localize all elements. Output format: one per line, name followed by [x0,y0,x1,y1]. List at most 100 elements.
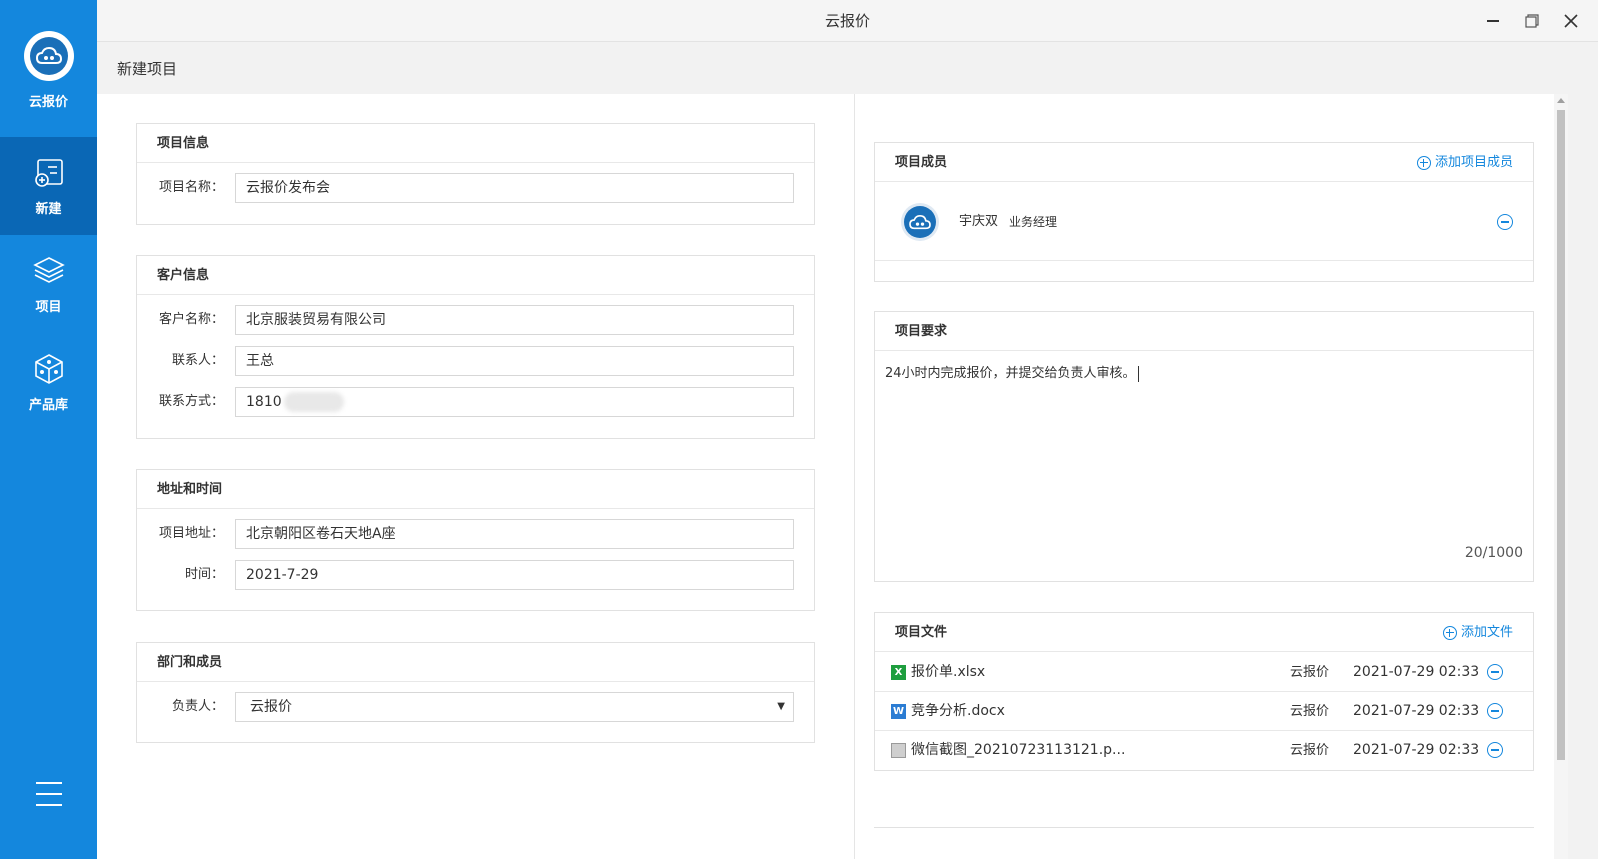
contact-row: 联系人： 王总 [137,346,814,376]
requirements-text: 24小时内完成报价，并提交给负责人审核。 [885,366,1136,381]
phone-row: 联系方式： 1810 [137,387,814,417]
sidebar-item-projects[interactable]: 项目 [0,235,97,333]
vertical-scrollbar[interactable] [1554,94,1568,859]
project-files-card: 项目文件 添加文件 X 报价单.xlsx 云报价 2021-07-29 02:3… [874,612,1534,771]
remove-file-icon[interactable] [1487,703,1503,719]
sidebar: 云报价 新建 项目 产品库 [0,0,97,859]
owner-selected-value: 云报价 [250,699,292,715]
scrollbar-thumb[interactable] [1557,110,1565,760]
sidebar-item-new[interactable]: 新建 [0,137,97,235]
main-content: 项目信息 项目名称： 云报价发布会 客户信息 客户名称： 北京服装贸易有限公司 … [97,94,1554,859]
card-heading: 地址和时间 [137,470,814,509]
window-titlebar: 云报价 [97,0,1598,42]
remove-file-icon[interactable] [1487,742,1503,758]
close-icon[interactable] [1558,8,1584,34]
address-row: 项目地址： 北京朝阳区卷石天地A座 [137,519,814,549]
file-date: 2021-07-29 02:33 [1353,742,1480,758]
sidebar-item-product-library[interactable]: 产品库 [0,333,97,431]
image-file-icon [891,743,906,758]
owner-select[interactable]: 云报价 ▼ [235,692,794,722]
cloud-logo-icon [23,31,74,81]
member-name: 宇庆双 [959,214,999,229]
address-input[interactable]: 北京朝阳区卷石天地A座 [235,519,794,549]
customer-info-card: 客户信息 客户名称： 北京服装贸易有限公司 联系人： 王总 联系方式： 1810 [136,255,815,439]
file-owner: 云报价 [1290,743,1330,758]
logo-label: 云报价 [28,95,68,110]
file-name[interactable]: 竞争分析.docx [911,692,1005,731]
add-file-button[interactable]: 添加文件 [1442,613,1513,652]
field-label: 项目名称： [158,180,224,195]
layers-icon [32,254,66,288]
avatar [901,203,939,241]
excel-file-icon: X [891,665,906,680]
file-row[interactable]: X 报价单.xlsx 云报价 2021-07-29 02:33 [875,653,1533,692]
customer-name-row: 客户名称： 北京服装贸易有限公司 [137,305,814,335]
field-label: 客户名称： [158,312,224,327]
sidebar-item-label: 项目 [35,299,62,315]
file-name[interactable]: 微信截图_20210723113121.p... [911,731,1125,770]
box-icon [32,352,66,386]
file-row[interactable]: 微信截图_20210723113121.p... 云报价 2021-07-29 … [875,731,1533,770]
department-members-card: 部门和成员 负责人： 云报价 ▼ [136,642,815,743]
file-name[interactable]: 报价单.xlsx [911,653,985,692]
members-heading: 项目成员 [895,155,948,170]
field-label: 联系人： [171,353,224,368]
card-heading: 项目信息 [137,124,814,163]
field-label: 负责人： [171,699,224,714]
phone-value: 1810 [246,394,282,410]
minimize-icon[interactable] [1480,8,1506,34]
add-member-label: 添加项目成员 [1434,155,1513,170]
sidebar-item-label: 新建 [35,201,62,217]
restore-icon[interactable] [1519,8,1545,34]
project-info-card: 项目信息 项目名称： 云报价发布会 [136,123,815,225]
card-heading: 项目文件 添加文件 [875,613,1533,652]
file-date: 2021-07-29 02:33 [1353,703,1480,719]
word-file-icon: W [891,704,906,719]
time-row: 时间： 2021-7-29 [137,560,814,590]
project-members-card: 项目成员 添加项目成员 宇庆双 业务经理 [874,142,1534,282]
card-heading: 部门和成员 [137,643,814,682]
add-file-label: 添加文件 [1460,625,1513,640]
files-heading: 项目文件 [895,625,948,640]
hamburger-menu-icon[interactable] [36,782,62,806]
address-time-card: 地址和时间 项目地址： 北京朝阳区卷石天地A座 时间： 2021-7-29 [136,469,815,611]
file-owner: 云报价 [1290,704,1330,719]
field-label: 时间： [184,567,224,582]
phone-input[interactable]: 1810 [235,387,794,417]
requirements-textarea[interactable]: 24小时内完成报价，并提交给负责人审核。 [875,352,1533,581]
card-heading: 客户信息 [137,256,814,295]
date-input[interactable]: 2021-7-29 [235,560,794,590]
member-role: 业务经理 [1009,215,1058,229]
add-circle-icon [1442,625,1457,640]
contact-person-input[interactable]: 王总 [235,346,794,376]
section-divider [874,827,1534,828]
column-divider [854,94,855,859]
text-cursor [1137,365,1139,382]
remove-member-icon[interactable] [1497,214,1513,230]
customer-name-input[interactable]: 北京服装贸易有限公司 [235,305,794,335]
file-row[interactable]: W 竞争分析.docx 云报价 2021-07-29 02:33 [875,692,1533,731]
page-header: 新建项目 [97,42,1598,94]
scroll-up-arrow-icon[interactable] [1557,98,1565,103]
file-owner: 云报价 [1290,665,1330,680]
card-heading: 项目成员 添加项目成员 [875,143,1533,182]
sidebar-item-label: 产品库 [28,397,68,413]
field-label: 项目地址： [158,526,224,541]
owner-row: 负责人： 云报价 ▼ [137,692,814,722]
field-label: 联系方式： [158,394,224,409]
new-project-icon [32,156,66,190]
project-name-row: 项目名称： 云报价发布会 [137,173,814,203]
page-title: 新建项目 [117,60,178,78]
file-date: 2021-07-29 02:33 [1353,664,1480,680]
dropdown-arrow-icon: ▼ [777,701,785,712]
member-row: 宇庆双 业务经理 [875,183,1533,261]
add-circle-icon [1416,155,1431,170]
char-counter: 20/1000 [1464,545,1523,561]
project-name-input[interactable]: 云报价发布会 [235,173,794,203]
remove-file-icon[interactable] [1487,664,1503,680]
window-title: 云报价 [824,12,870,30]
add-member-button[interactable]: 添加项目成员 [1416,143,1513,182]
card-heading: 项目要求 [875,312,1533,351]
app-logo: 云报价 [0,0,97,137]
project-requirements-card: 项目要求 24小时内完成报价，并提交给负责人审核。 20/1000 [874,311,1534,582]
